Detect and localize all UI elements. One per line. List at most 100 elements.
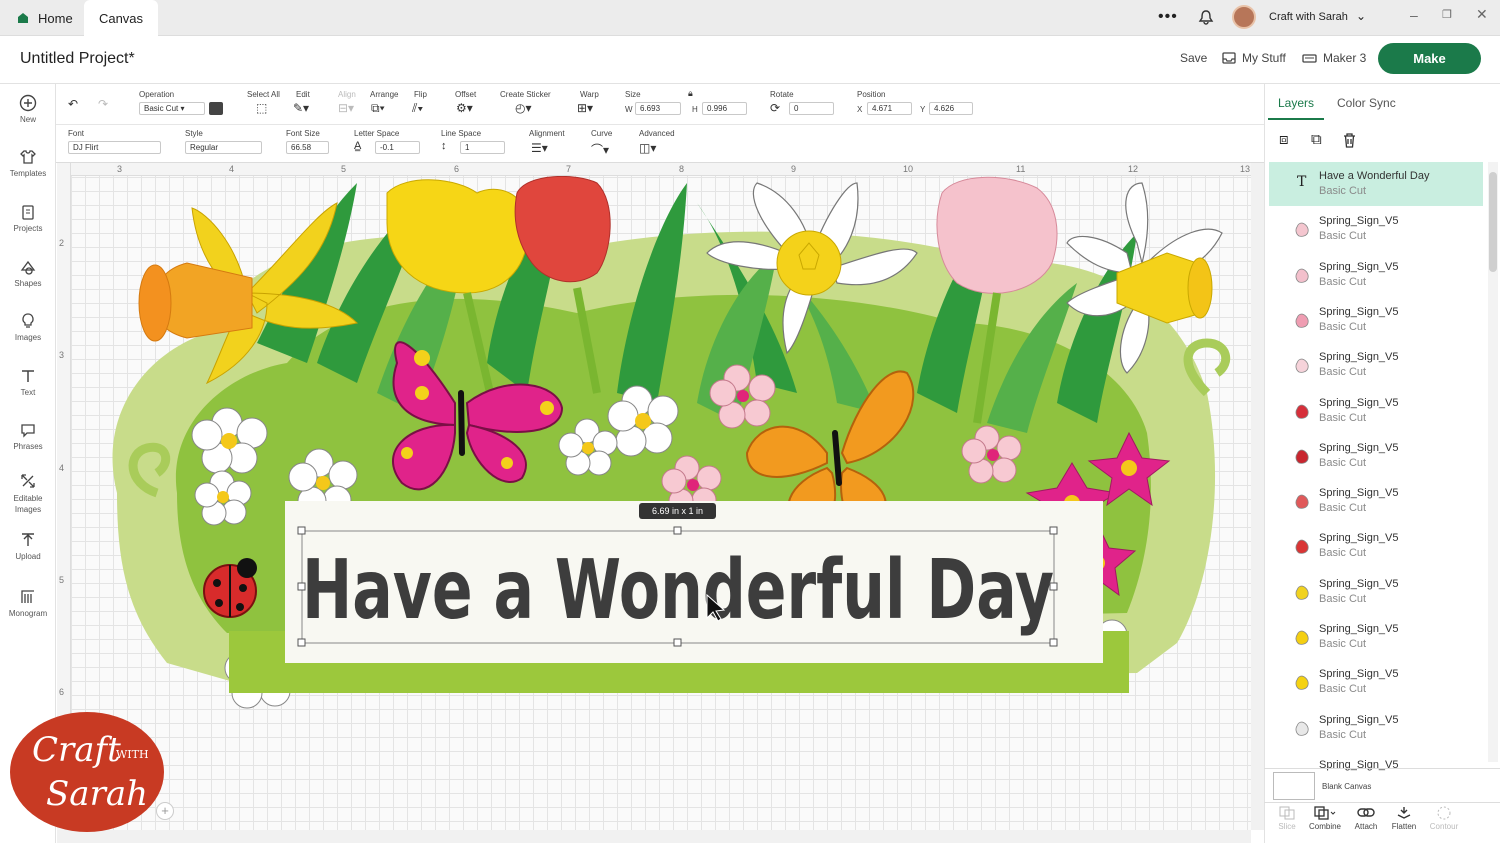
width-input[interactable]: 6.693 xyxy=(635,102,681,115)
combine-button[interactable]: Combine xyxy=(1305,806,1345,831)
layer-operation: Basic Cut xyxy=(1319,683,1367,695)
blank-canvas-swatch[interactable] xyxy=(1273,772,1315,800)
redo-icon[interactable]: ↷ xyxy=(98,97,108,111)
avatar[interactable] xyxy=(1232,5,1256,29)
letter-space-input[interactable]: -0.1 xyxy=(375,141,420,154)
trash-icon[interactable] xyxy=(1342,132,1357,148)
rotate-input[interactable]: 0 xyxy=(789,102,834,115)
layer-row[interactable]: Spring_Sign_V5 Basic Cut xyxy=(1269,706,1483,750)
warp-label: Warp xyxy=(580,90,599,99)
sign-text[interactable]: Have a Wonderful Day xyxy=(302,543,1054,638)
nav-label: Templates xyxy=(9,169,47,178)
tab-color-sync[interactable]: Color Sync xyxy=(1337,96,1396,110)
bell-icon[interactable] xyxy=(1198,9,1214,26)
line-space-input[interactable]: 1 xyxy=(460,141,505,154)
flatten-button[interactable]: Flatten xyxy=(1384,806,1424,831)
project-title[interactable]: Untitled Project* xyxy=(20,50,135,68)
letter-space-label: Letter Space xyxy=(354,129,400,138)
shapes-icon xyxy=(20,260,36,275)
arrange-icon[interactable]: ⧉▾ xyxy=(371,101,385,116)
nav-phrases[interactable]: Phrases xyxy=(0,421,56,451)
layer-row[interactable]: Spring_Sign_V5 Basic Cut xyxy=(1269,570,1483,614)
layers-scrollbar[interactable] xyxy=(1488,162,1498,762)
layer-row[interactable]: Spring_Sign_V5 Basic Cut xyxy=(1269,389,1483,433)
attach-button[interactable]: Attach xyxy=(1346,806,1386,831)
align-icon[interactable]: ⊟▾ xyxy=(338,101,354,115)
layer-operation: Basic Cut xyxy=(1319,547,1367,559)
nav-new[interactable]: New xyxy=(0,94,56,124)
undo-icon[interactable]: ↶ xyxy=(68,97,78,111)
x-input[interactable]: 4.671 xyxy=(867,102,912,115)
save-button[interactable]: Save xyxy=(1180,51,1207,65)
offset-icon[interactable]: ⚙▾ xyxy=(456,101,473,115)
group-icon[interactable]: ⧈ xyxy=(1279,131,1289,148)
duplicate-icon[interactable]: ⧉ xyxy=(1311,131,1322,148)
layer-operation: Basic Cut xyxy=(1319,230,1367,242)
pen-icon[interactable]: ✎▾ xyxy=(293,101,309,115)
curve-icon[interactable]: ⌒▾ xyxy=(591,141,609,158)
height-input[interactable]: 0.996 xyxy=(702,102,747,115)
design-canvas[interactable]: Have a Wonderful Day xyxy=(57,163,1251,830)
nav-editable-images[interactable]: Editable Images xyxy=(0,472,56,515)
canvas-scrollbar-vertical[interactable] xyxy=(1251,163,1264,830)
warp-icon[interactable]: ⊞▾ xyxy=(577,101,593,115)
nav-monogram[interactable]: Monogram xyxy=(0,588,56,618)
align-left-icon[interactable]: ☰▾ xyxy=(531,141,548,155)
make-button[interactable]: Make xyxy=(1378,43,1481,74)
nav-upload[interactable]: Upload xyxy=(0,531,56,561)
contour-button[interactable]: Contour xyxy=(1424,806,1464,831)
font-size-input[interactable]: 66.58 xyxy=(286,141,329,154)
style-select[interactable]: Regular xyxy=(185,141,262,154)
nav-images[interactable]: Images xyxy=(0,312,56,342)
maximize-icon[interactable]: ❐ xyxy=(1442,8,1452,21)
spring-sign-artwork[interactable]: Have a Wonderful Day xyxy=(57,163,1251,830)
shape-layer-icon xyxy=(1293,403,1311,426)
layer-row[interactable]: Spring_Sign_V5 Basic Cut xyxy=(1269,524,1483,568)
more-icon[interactable]: ••• xyxy=(1158,8,1178,26)
layers-scroll-thumb[interactable] xyxy=(1489,172,1497,272)
layer-row-text[interactable]: T Have a Wonderful Day Basic Cut xyxy=(1269,162,1483,206)
layer-row[interactable]: Spring_Sign_V5 Basic Cut xyxy=(1269,434,1483,478)
slice-button[interactable]: Slice xyxy=(1267,806,1307,831)
layer-row[interactable]: Spring_Sign_V5 Basic Cut xyxy=(1269,298,1483,342)
style-value: Regular xyxy=(190,143,219,152)
font-select[interactable]: DJ Flirt xyxy=(68,141,161,154)
canvas-scrollbar-horizontal[interactable] xyxy=(57,830,1251,843)
nav-projects[interactable]: Projects xyxy=(0,203,56,233)
tab-layers[interactable]: Layers xyxy=(1278,96,1314,110)
layer-name: Spring_Sign_V5 xyxy=(1319,351,1399,363)
layer-row[interactable]: Spring_Sign_V5 Basic Cut xyxy=(1269,615,1483,659)
close-icon[interactable]: ✕ xyxy=(1476,6,1488,23)
ruler-h-tick: 10 xyxy=(903,164,914,174)
nav-shapes[interactable]: Shapes xyxy=(0,258,56,288)
layer-name: Spring_Sign_V5 xyxy=(1319,306,1399,318)
minimize-icon[interactable]: – xyxy=(1410,7,1418,23)
layer-row[interactable]: Spring_Sign_V5 Basic Cut xyxy=(1269,207,1483,251)
chevron-down-icon[interactable]: ⌄ xyxy=(1356,9,1366,23)
flip-icon[interactable]: ⫽▾ xyxy=(412,101,423,116)
nav-templates[interactable]: Templates xyxy=(0,148,56,178)
layer-row[interactable]: Spring_Sign_V5 Basic Cut xyxy=(1269,343,1483,387)
offset-label: Offset xyxy=(455,90,477,99)
layer-row[interactable]: Spring_Sign_V5 Basic Cut xyxy=(1269,479,1483,523)
layer-row[interactable]: Spring_Sign_V5 Basic Cut xyxy=(1269,253,1483,297)
machine-button[interactable]: Maker 3 xyxy=(1302,51,1366,65)
lock-icon[interactable]: 🔒︎ xyxy=(688,88,693,99)
rotate-icon: ⟳ xyxy=(770,101,781,115)
sticker-icon[interactable]: ◴▾ xyxy=(515,101,532,115)
tab-home[interactable]: Home xyxy=(2,0,87,36)
select-all-icon[interactable]: ⬚ xyxy=(256,101,267,115)
tab-canvas[interactable]: Canvas xyxy=(84,0,158,36)
operation-select[interactable]: Basic Cut ▾ xyxy=(139,102,205,115)
account-name[interactable]: Craft with Sarah xyxy=(1269,11,1348,23)
save-label: Save xyxy=(1180,51,1208,65)
nav-text[interactable]: Text xyxy=(0,367,56,397)
my-stuff-button[interactable]: My Stuff xyxy=(1222,51,1286,65)
contour-icon xyxy=(1437,806,1451,820)
zoom-in-icon[interactable]: + xyxy=(156,802,174,820)
layer-operation: Basic Cut xyxy=(1319,729,1367,741)
advanced-icon[interactable]: ◫▾ xyxy=(639,141,656,155)
y-input[interactable]: 4.626 xyxy=(929,102,973,115)
color-swatch[interactable] xyxy=(209,102,223,115)
layer-row[interactable]: Spring_Sign_V5 Basic Cut xyxy=(1269,660,1483,704)
